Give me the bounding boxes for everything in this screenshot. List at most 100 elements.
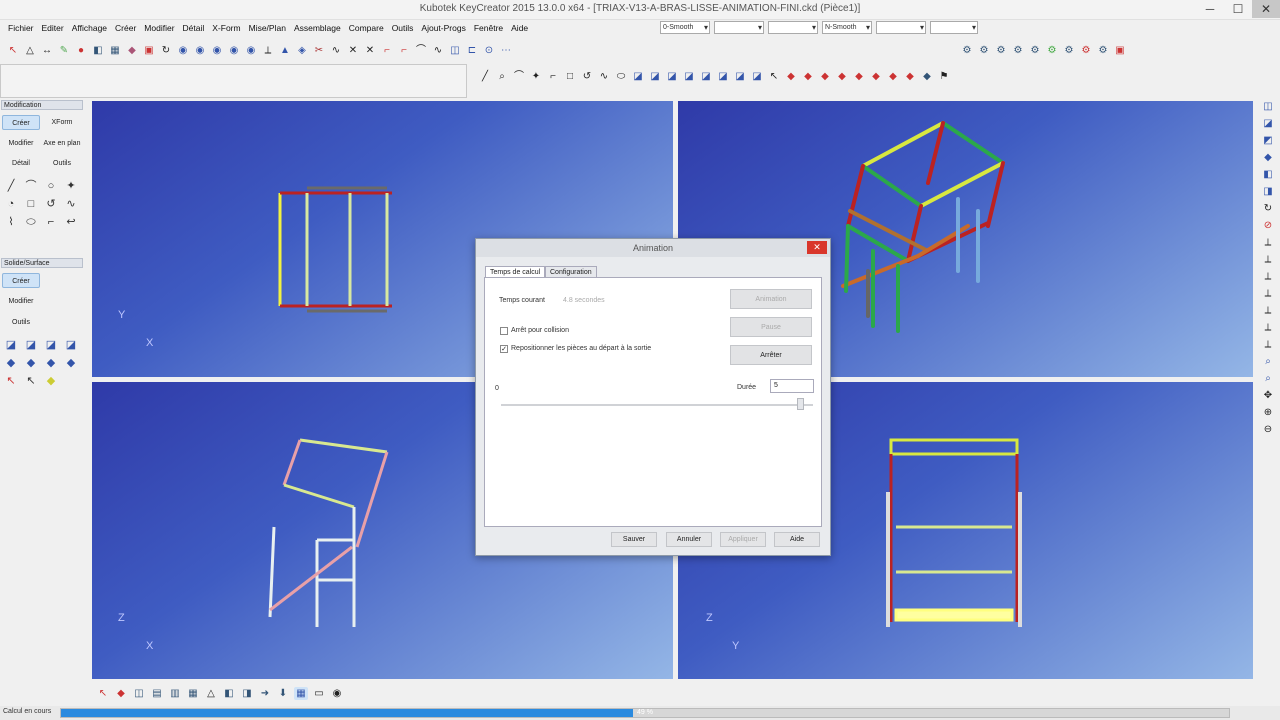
bottom-tool12-icon[interactable]: ▦ [294, 686, 308, 700]
assembly6-icon[interactable]: ⚙ [1045, 44, 1059, 57]
surface-icon[interactable]: ◪ [631, 70, 645, 83]
menu-aide[interactable]: Aide [507, 23, 532, 33]
view-axis5-icon[interactable]: ⟂ [1261, 304, 1275, 317]
bottom-tool14-icon[interactable]: ◉ [330, 687, 344, 700]
chamfer-icon[interactable]: ⌐ [397, 44, 411, 57]
time-slider-track[interactable] [501, 404, 813, 406]
solid3-icon[interactable]: ◆ [801, 70, 815, 83]
solid-tool6-icon[interactable]: ◆ [24, 356, 38, 370]
bottom-tool3-icon[interactable]: ◫ [132, 687, 146, 700]
view4-icon[interactable]: ◉ [227, 44, 241, 57]
view3-icon[interactable]: ◉ [210, 44, 224, 57]
select-icon[interactable]: ↖ [6, 44, 20, 57]
view-zoom-icon[interactable]: ⌕ [1261, 355, 1275, 368]
menu-compare[interactable]: Compare [345, 23, 388, 33]
bottom-tool2-icon[interactable]: ◆ [114, 687, 128, 700]
duration-input[interactable]: 5 [770, 379, 814, 393]
pattern-icon[interactable]: ⋯ [499, 44, 513, 57]
solid10-icon[interactable]: ◆ [920, 70, 934, 83]
smooth-combo-1[interactable]: 0-Smooth [660, 21, 710, 34]
view-no-icon[interactable]: ⊘ [1261, 219, 1275, 232]
curve-icon[interactable]: ∿ [431, 44, 445, 57]
bottom-tool5-icon[interactable]: ▥ [168, 687, 182, 700]
xform-button[interactable]: XForm [43, 115, 81, 130]
ellipse-icon[interactable]: ⬭ [614, 70, 628, 83]
view5-icon[interactable]: ◉ [244, 44, 258, 57]
cut-icon[interactable]: ✂ [312, 44, 326, 57]
surface5-icon[interactable]: ◪ [699, 70, 713, 83]
axe-en-plan-button[interactable]: Axe en plan [43, 136, 81, 151]
assembly2-icon[interactable]: ⚙ [977, 44, 991, 57]
line-style-combo-1[interactable] [714, 21, 764, 34]
prompt-area[interactable] [0, 64, 467, 98]
solid-tool2-icon[interactable]: ◪ [24, 338, 38, 352]
surface6-icon[interactable]: ◪ [716, 70, 730, 83]
view-front-icon[interactable]: ◪ [1261, 117, 1275, 130]
assembly9-icon[interactable]: ⚙ [1096, 44, 1110, 57]
stop-on-collision-checkbox[interactable] [500, 327, 508, 335]
rect-tool-icon[interactable]: □ [24, 197, 38, 211]
solid-tool4-icon[interactable]: ◪ [64, 338, 78, 352]
loop-tool-icon[interactable]: ↩ [64, 215, 78, 229]
line-style-combo-2[interactable] [768, 21, 818, 34]
annuler-button[interactable]: Annuler [666, 532, 712, 547]
solid9-icon[interactable]: ◆ [903, 70, 917, 83]
x-mark2-icon[interactable]: ✕ [363, 44, 377, 57]
solid8-icon[interactable]: ◆ [886, 70, 900, 83]
solid-tool3-icon[interactable]: ◪ [44, 338, 58, 352]
assembly-icon[interactable]: ⚙ [960, 44, 974, 57]
solid2-icon[interactable]: ◆ [784, 70, 798, 83]
layer-icon[interactable]: ◧ [91, 44, 105, 57]
spline-icon[interactable]: ∿ [597, 70, 611, 83]
bottom-tool7-icon[interactable]: △ [204, 687, 218, 700]
view-axis4-icon[interactable]: ⟂ [1261, 287, 1275, 300]
menu-affichage[interactable]: Affichage [68, 23, 111, 33]
fillet-icon[interactable]: ⌐ [380, 44, 394, 57]
bottom-tool10-icon[interactable]: ➜ [258, 687, 272, 700]
solid-tool8-icon[interactable]: ◆ [64, 356, 78, 370]
rotate-icon[interactable]: ↻ [159, 44, 173, 57]
arc3-icon[interactable]: ↺ [580, 70, 594, 83]
zoom-icon[interactable]: ⌕ [495, 70, 509, 83]
view2-icon[interactable]: ◉ [193, 44, 207, 57]
smooth-combo-2[interactable]: N-Smooth [822, 21, 872, 34]
flag-icon[interactable]: ⚑ [937, 70, 951, 83]
polyline-tool-icon[interactable]: ⌇ [4, 215, 18, 229]
arc2-tool-icon[interactable]: ↺ [44, 197, 58, 211]
menu-modifier[interactable]: Modifier [140, 23, 178, 33]
view-axis3-icon[interactable]: ⟂ [1261, 270, 1275, 283]
polyline-icon[interactable]: ⌐ [546, 70, 560, 83]
view-icon[interactable]: ◉ [176, 44, 190, 57]
menu-detail[interactable]: Détail [179, 23, 209, 33]
pipe-icon[interactable]: ⊏ [465, 44, 479, 57]
sweep-icon[interactable]: ∿ [329, 44, 343, 57]
arc-icon[interactable]: ⌒ [414, 44, 428, 57]
fillet-tool-icon[interactable]: ◔ [4, 197, 18, 211]
view-rotate-icon[interactable]: ↻ [1261, 202, 1275, 215]
bottom-tool1-icon[interactable]: ↖ [96, 687, 110, 700]
maximize-button[interactable]: ☐ [1224, 0, 1252, 18]
menu-ajout-progs[interactable]: Ajout-Progs [417, 23, 469, 33]
stop-button[interactable]: Arrêter [730, 345, 812, 365]
menu-creer[interactable]: Créer [111, 23, 140, 33]
color-icon[interactable]: ● [74, 44, 88, 57]
triangle-icon[interactable]: △ [23, 44, 37, 57]
solid6-icon[interactable]: ◆ [852, 70, 866, 83]
view-axis7-icon[interactable]: ⟂ [1261, 338, 1275, 351]
arc-tool-icon[interactable]: ⌒ [24, 179, 38, 193]
spline-tool-icon[interactable]: ∿ [64, 197, 78, 211]
surface3-icon[interactable]: ◪ [665, 70, 679, 83]
bottom-tool4-icon[interactable]: ▤ [150, 687, 164, 700]
brush-icon[interactable]: ✎ [57, 44, 71, 57]
menu-mise-plan[interactable]: Mise/Plan [245, 23, 290, 33]
bottom-tool6-icon[interactable]: ▦ [186, 687, 200, 700]
view-zoom2-icon[interactable]: ⌕ [1261, 372, 1275, 385]
solid5-icon[interactable]: ◆ [835, 70, 849, 83]
solid-icon[interactable]: ▲ [278, 44, 292, 57]
menu-fichier[interactable]: Fichier [4, 23, 38, 33]
assembly8-icon[interactable]: ⚙ [1079, 44, 1093, 57]
x-mark-icon[interactable]: ✕ [346, 44, 360, 57]
appliquer-button[interactable]: Appliquer [720, 532, 766, 547]
view-axis1-icon[interactable]: ⟂ [1261, 236, 1275, 249]
modifier-button[interactable]: Modifier [2, 136, 40, 151]
